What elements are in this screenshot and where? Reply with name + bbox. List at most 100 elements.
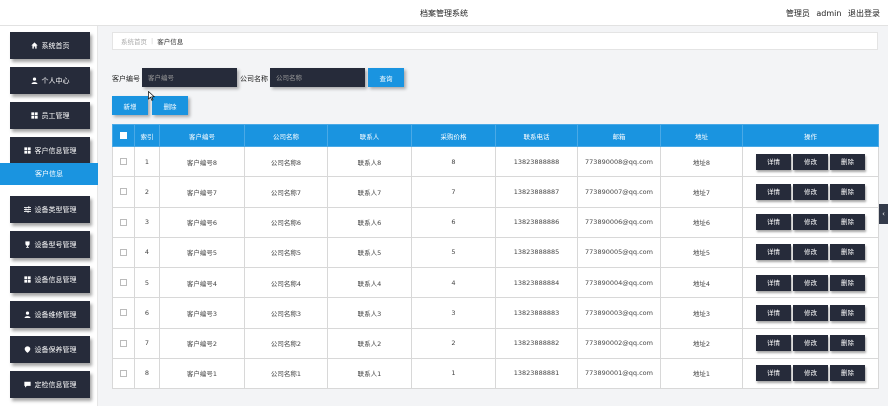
grid-icon [30,112,38,119]
column-header: 采购价格 [411,124,496,147]
company-name-cell: 公司名称2 [244,327,328,359]
chat-icon [23,381,31,388]
table-header-row: 索引 客户编号 公司名称 联系人 采购价格 联系电话 邮箱 地址 操作 [112,124,879,147]
sidebar-item-device-type[interactable]: 设备类型管理 [10,196,90,223]
phone-cell: 13823888881 [495,357,578,390]
breadcrumb-separator: | [151,37,154,45]
edit-button[interactable]: 修改 [793,153,828,170]
select-all-cell[interactable] [112,124,135,147]
edit-button[interactable]: 修改 [793,365,828,382]
contact-cell: 联系人1 [327,357,412,390]
row-checkbox[interactable] [120,188,127,196]
address-cell: 地址5 [660,236,743,269]
row-select-cell[interactable] [112,176,135,208]
pin-icon [24,346,30,353]
delete-button[interactable]: 删除 [830,304,865,321]
detail-button[interactable]: 详情 [756,304,791,321]
sidebar-item-home[interactable]: 系统首页 [10,32,90,59]
row-checkbox[interactable] [120,369,127,377]
edit-button[interactable]: 修改 [793,274,828,291]
company-name-cell: 公司名称4 [244,266,328,299]
mouse-cursor-icon [148,91,155,101]
delete-button[interactable]: 删除 [830,335,865,352]
price-cell: 5 [411,236,496,269]
row-select-cell[interactable] [112,297,135,329]
sidebar-item-device-repair[interactable]: 设备维修管理 [10,301,90,328]
row-checkbox[interactable] [120,158,127,166]
sidebar-item-device-maintenance[interactable]: 设备保养管理 [10,336,90,363]
row-checkbox[interactable] [120,279,127,287]
sidebar-item-profile[interactable]: 个人中心 [10,67,90,94]
detail-button[interactable]: 详情 [756,365,791,382]
sidebar-item-inspection[interactable]: 定检信息管理 [10,371,90,398]
row-select-cell[interactable] [112,327,135,359]
row-select-cell[interactable] [112,266,135,299]
detail-button[interactable]: 详情 [756,183,791,200]
breadcrumb-home[interactable]: 系统首页 [121,36,147,46]
edit-button[interactable]: 修改 [793,304,828,321]
row-select-cell[interactable] [112,236,135,269]
user-icon [24,311,30,318]
collapse-arrow-icon[interactable]: ‹ [879,204,888,224]
delete-button[interactable]: 删除 [830,274,865,291]
delete-selected-button[interactable]: 删除 [152,96,188,115]
detail-button[interactable]: 详情 [756,214,791,231]
edit-button[interactable]: 修改 [793,214,828,231]
sidebar-item-label: 设备信息管理 [34,275,77,284]
row-checkbox[interactable] [120,218,127,226]
detail-button[interactable]: 详情 [756,274,791,291]
actions-cell: 详情 修改 删除 [742,297,879,329]
delete-button[interactable]: 删除 [830,214,865,231]
price-cell: 4 [411,266,496,299]
edit-button[interactable]: 修改 [793,183,828,200]
phone-cell: 13823888888 [495,145,578,178]
email-cell: 773890007@qq.com [577,176,661,208]
phone-cell: 13823888884 [495,266,578,299]
edit-button[interactable]: 修改 [793,244,828,261]
actions-cell: 详情 修改 删除 [742,145,879,178]
sliders-icon [23,206,31,213]
add-button[interactable]: 新增 [112,96,148,115]
sidebar-subitem-customer-info[interactable]: 客户信息 [0,163,98,185]
company-name-label: 公司名称 [240,75,268,83]
sidebar: 系统首页 个人中心 员工管理 客户信息管理 客户信息 设备类型管理 设备型号管理… [0,26,98,406]
breadcrumb: 系统首页 | 客户信息 [112,32,878,50]
logout-link[interactable]: 退出登录 [848,9,880,18]
email-cell: 773890001@qq.com [577,357,661,390]
company-name-input[interactable] [270,68,365,87]
query-button[interactable]: 查询 [368,68,404,87]
row-checkbox[interactable] [120,339,127,347]
contact-cell: 联系人2 [327,327,412,359]
delete-button[interactable]: 删除 [830,183,865,200]
delete-button[interactable]: 删除 [830,365,865,382]
edit-button[interactable]: 修改 [793,335,828,352]
row-select-cell[interactable] [112,145,135,178]
detail-button[interactable]: 详情 [756,244,791,261]
app-title: 档案管理系统 [420,9,468,18]
delete-button[interactable]: 删除 [830,244,865,261]
sidebar-item-staff[interactable]: 员工管理 [10,102,90,129]
row-select-cell[interactable] [112,357,135,390]
row-checkbox[interactable] [120,309,127,317]
select-all-checkbox[interactable] [120,132,127,139]
row-checkbox[interactable] [120,248,127,256]
sidebar-item-label: 设备维修管理 [34,310,77,319]
detail-button[interactable]: 详情 [756,153,791,170]
sidebar-item-device-info[interactable]: 设备信息管理 [10,266,90,293]
customer-code-cell: 客户编号2 [159,327,245,359]
company-name-cell: 公司名称8 [244,145,328,178]
customer-code-cell: 客户编号5 [159,236,245,269]
column-header: 公司名称 [244,124,328,147]
email-cell: 773890008@qq.com [577,145,661,178]
customer-code-input[interactable] [142,68,237,87]
grid-icon [23,276,31,283]
delete-button[interactable]: 删除 [830,153,865,170]
sidebar-item-device-model[interactable]: 设备型号管理 [10,231,90,258]
row-select-cell[interactable] [112,206,135,238]
sidebar-item-customer-mgmt[interactable]: 客户信息管理 [10,137,90,164]
actions-cell: 详情 修改 删除 [742,236,879,269]
breadcrumb-current: 客户信息 [157,38,184,46]
index-cell: 4 [134,236,160,269]
price-cell: 3 [411,297,496,329]
detail-button[interactable]: 详情 [756,335,791,352]
